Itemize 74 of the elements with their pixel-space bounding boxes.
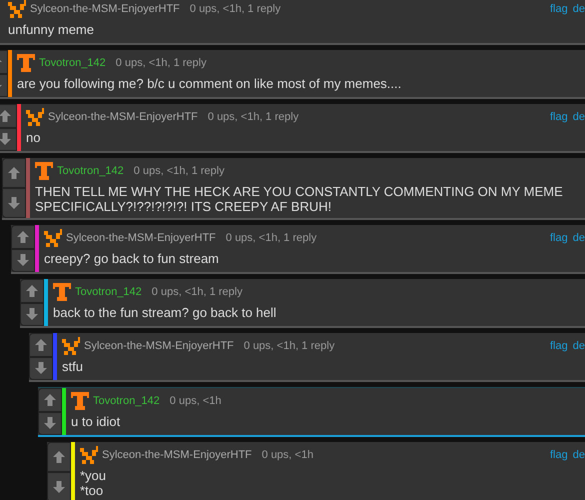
down-arrow-icon xyxy=(43,416,57,430)
author-name[interactable]: Sylceon-the-MSM-EnjoyerHTF xyxy=(48,111,198,123)
comment-action-link[interactable]: de xyxy=(572,111,585,123)
down-arrow-icon xyxy=(16,253,30,268)
comment-text: creepy? go back to fun stream xyxy=(44,251,220,266)
upvote-button[interactable] xyxy=(0,104,17,128)
down-arrow-icon xyxy=(7,196,21,210)
comment-meta: 0 ups, <1h, 1 reply xyxy=(226,232,317,244)
comment-meta: 0 ups, <1h xyxy=(262,449,314,461)
down-arrow-icon xyxy=(34,361,48,376)
comment-text: unfunny meme xyxy=(8,22,95,37)
comment-meta: 0 ups, <1h, 1 reply xyxy=(208,111,299,123)
up-arrow-icon xyxy=(7,166,21,180)
author-name[interactable]: Tovotron_142 xyxy=(39,57,106,69)
comment-text: are you following me? b/c u comment on like most of my memes.... xyxy=(17,76,402,91)
upvote-button[interactable] xyxy=(2,158,26,188)
pixel-avatar-icon xyxy=(26,108,44,126)
author-name[interactable]: Tovotron_142 xyxy=(57,165,124,177)
letter-t-avatar-icon xyxy=(71,392,89,410)
down-arrow-icon xyxy=(0,132,12,146)
comment-meta: 0 ups, <1h, 1 reply xyxy=(116,57,206,69)
comment-action-link[interactable]: de xyxy=(572,449,585,461)
downvote-button[interactable] xyxy=(11,248,35,272)
author-name[interactable]: Sylceon-the-MSM-EnjoyerHTF xyxy=(66,232,216,244)
comment-action-link[interactable]: flag xyxy=(550,449,568,461)
comment-text: stfu xyxy=(62,359,84,374)
up-arrow-icon xyxy=(52,450,66,464)
up-arrow-icon xyxy=(34,338,48,352)
comment-meta: 0 ups, <1h, 1 reply xyxy=(244,340,335,352)
author-name[interactable]: Sylceon-the-MSM-EnjoyerHTF xyxy=(30,3,180,15)
letter-t-avatar-icon xyxy=(53,283,71,301)
upvote-button[interactable] xyxy=(29,333,53,356)
comment-text: no xyxy=(26,130,42,145)
comment-meta: 0 ups, <1h, 1 reply xyxy=(190,3,281,15)
comment-text: back to the fun stream? go back to hell xyxy=(53,305,278,320)
comment-action-link[interactable]: de xyxy=(572,3,585,15)
downvote-button[interactable] xyxy=(38,412,62,435)
comment-meta: 0 ups, <1h, 1 reply xyxy=(134,165,224,177)
up-arrow-icon xyxy=(25,284,39,298)
author-name[interactable]: Tovotron_142 xyxy=(75,286,142,298)
comment-text: THEN TELL ME WHY THE HECK ARE YOU CONSTANTLY COMMENTING ON MY MEME SPECIFICALLY?!??!?!?!?! ITS CREEPY AF BRUH! xyxy=(35,184,564,214)
comment-text: u to idiot xyxy=(71,414,122,429)
comment-action-link[interactable]: de xyxy=(572,232,585,244)
upvote-button[interactable] xyxy=(11,225,35,248)
comment-text: *you *too xyxy=(80,468,108,498)
upvote-button[interactable] xyxy=(38,388,62,412)
downvote-button[interactable] xyxy=(2,188,26,218)
comment-action-link[interactable]: flag xyxy=(550,232,568,244)
author-name[interactable]: Tovotron_142 xyxy=(93,395,160,407)
up-arrow-icon xyxy=(43,392,57,407)
upvote-button[interactable] xyxy=(47,442,71,472)
downvote-button[interactable] xyxy=(29,356,53,380)
comment-meta: 0 ups, <1h xyxy=(170,395,222,407)
pixel-avatar-icon xyxy=(44,229,62,247)
comment-meta: 0 ups, <1h, 1 reply xyxy=(152,286,242,298)
pixel-avatar-icon xyxy=(8,0,26,18)
down-arrow-icon xyxy=(52,480,66,494)
down-arrow-icon xyxy=(25,307,39,322)
letter-t-avatar-icon xyxy=(17,54,35,72)
downvote-button[interactable] xyxy=(0,128,17,151)
downvote-button[interactable] xyxy=(20,302,44,326)
comment-action-link[interactable]: de xyxy=(572,340,585,352)
up-arrow-icon xyxy=(16,230,30,244)
comment-action-link[interactable]: flag xyxy=(550,111,568,123)
comment-action-link[interactable]: flag xyxy=(550,3,568,15)
downvote-button[interactable] xyxy=(47,472,71,500)
up-arrow-icon xyxy=(0,108,12,123)
comment-action-link[interactable]: flag xyxy=(550,340,568,352)
pixel-avatar-icon xyxy=(80,446,98,464)
pixel-avatar-icon xyxy=(62,337,80,355)
author-name[interactable]: Sylceon-the-MSM-EnjoyerHTF xyxy=(84,340,234,352)
author-name[interactable]: Sylceon-the-MSM-EnjoyerHTF xyxy=(102,449,252,461)
upvote-button[interactable] xyxy=(20,279,44,302)
letter-t-avatar-icon xyxy=(35,162,53,180)
